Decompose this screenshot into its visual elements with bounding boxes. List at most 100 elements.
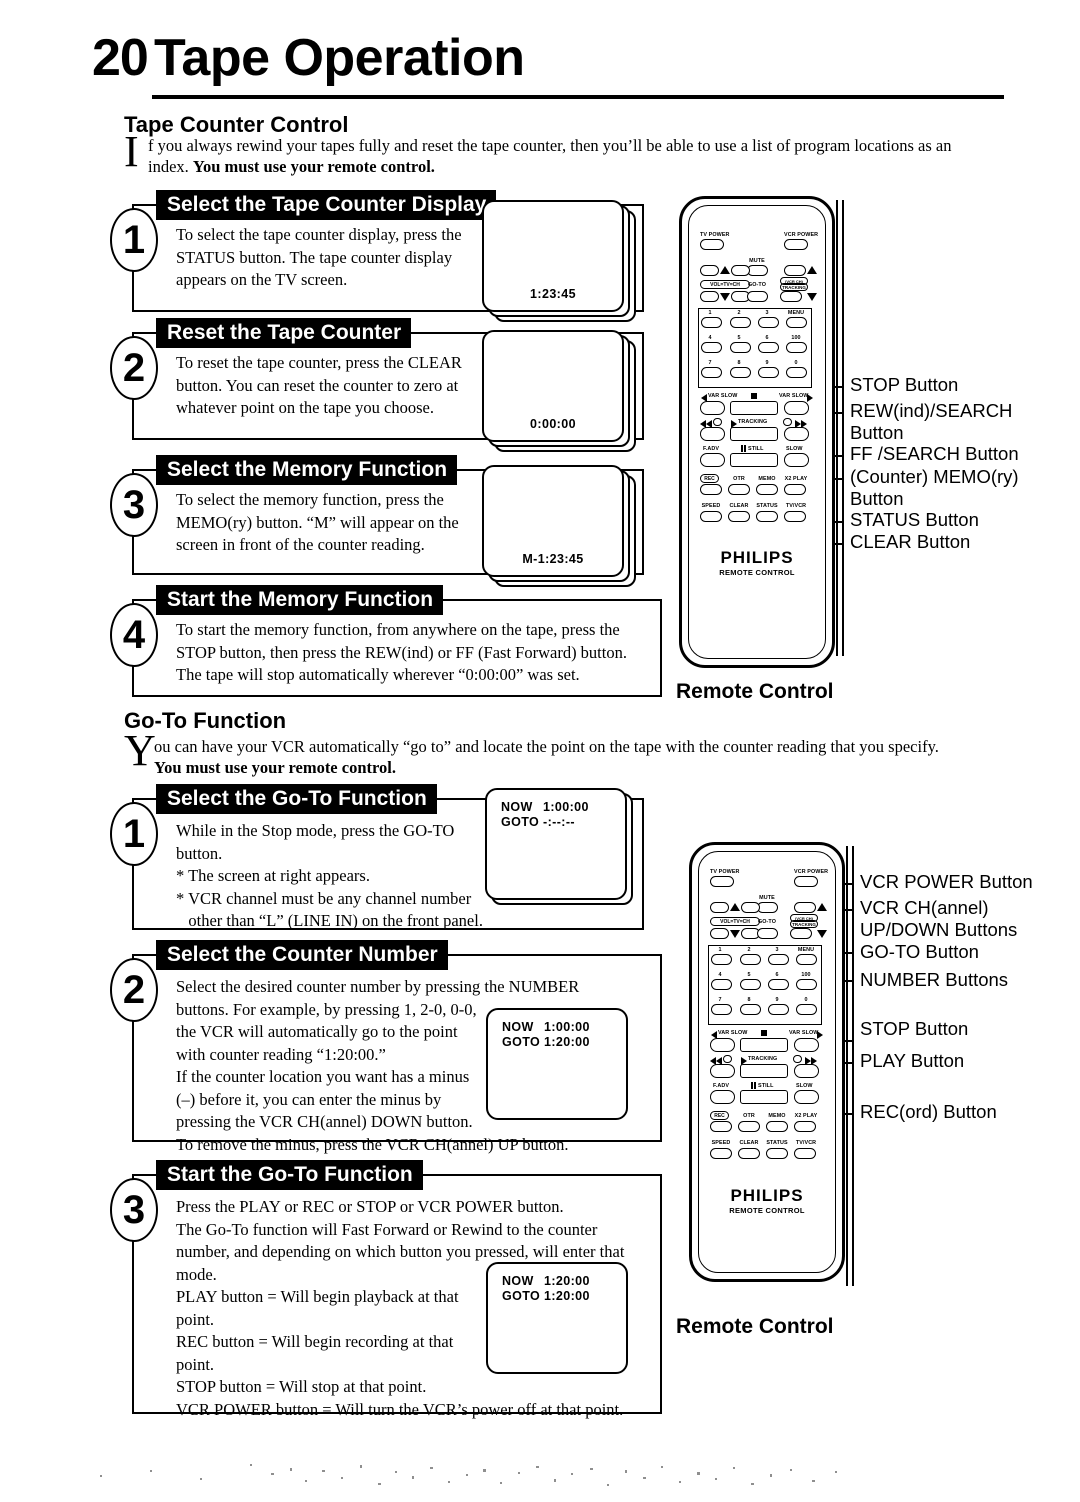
slow-button[interactable] <box>794 1090 819 1104</box>
step-number: 2 <box>122 968 146 1012</box>
number-1-button[interactable] <box>711 954 732 965</box>
number-3-button[interactable] <box>768 954 789 965</box>
callout-counter-memo-button: (Counter) MEMO(ry) Button <box>850 466 1019 509</box>
number-9-button[interactable] <box>768 1004 789 1015</box>
rewind-search-button[interactable] <box>710 1064 735 1078</box>
number-100-button[interactable] <box>786 342 807 353</box>
number-1-button[interactable] <box>701 317 722 328</box>
counter-readout: M-1:23:45 <box>522 552 584 566</box>
channel-up-button[interactable] <box>794 902 816 913</box>
otr-button[interactable] <box>728 484 750 495</box>
volume-down-left-button[interactable] <box>700 265 719 276</box>
number-5-button[interactable] <box>730 342 751 353</box>
goto-button[interactable] <box>747 291 768 302</box>
frame-advance-button[interactable] <box>700 453 725 467</box>
clear-button[interactable] <box>738 1148 760 1159</box>
now-value: 1:20:00 <box>544 1274 590 1288</box>
x2-play-button[interactable] <box>794 1121 816 1132</box>
mute-button[interactable] <box>747 265 768 276</box>
number-0-button[interactable] <box>796 1004 817 1015</box>
record-button[interactable] <box>700 484 722 495</box>
tv-power-button[interactable] <box>700 239 724 250</box>
volume-down-button[interactable] <box>700 291 719 302</box>
var-slow-left-button[interactable] <box>700 401 725 415</box>
ff-search-icon <box>793 1055 802 1063</box>
tv-vcr-button[interactable] <box>784 511 806 522</box>
var-slow-left-button[interactable] <box>710 1038 735 1052</box>
channel-up-arrow-icon <box>807 266 817 274</box>
tv-screen-goto-2: NOW 1:00:00 GOTO 1:20:00 <box>486 1008 628 1120</box>
rewind-search-button[interactable] <box>700 427 725 441</box>
number-4-button[interactable] <box>711 979 732 990</box>
number-6-button[interactable] <box>768 979 789 990</box>
mute-button[interactable] <box>757 902 778 913</box>
slow-button[interactable] <box>784 453 809 467</box>
ff-search-button[interactable] <box>784 427 809 441</box>
number-4-button[interactable] <box>701 342 722 353</box>
number-8-button[interactable] <box>740 1004 761 1015</box>
frame-advance-button[interactable] <box>710 1090 735 1104</box>
volume-down-left-button[interactable] <box>710 902 729 913</box>
volume-up-button[interactable] <box>741 902 760 913</box>
step-number-badge: 1 <box>110 802 158 866</box>
leader-spine-1 <box>836 200 838 656</box>
number-7-button[interactable] <box>701 367 722 378</box>
volume-up-button[interactable] <box>731 265 750 276</box>
channel-down-button[interactable] <box>790 928 812 939</box>
tv-power-button[interactable] <box>710 876 734 887</box>
menu-button[interactable] <box>786 317 807 328</box>
memo-button[interactable] <box>766 1121 788 1132</box>
number-0-button[interactable] <box>786 367 807 378</box>
otr-button[interactable] <box>738 1121 760 1132</box>
x2-play-button[interactable] <box>784 484 806 495</box>
ff-search-button[interactable] <box>794 1064 819 1078</box>
channel-down-button[interactable] <box>780 291 802 302</box>
goto-button[interactable] <box>757 928 778 939</box>
leader-spine-3 <box>846 846 848 1286</box>
fadv-label: F.ADV <box>703 446 720 452</box>
play-button[interactable] <box>740 1064 788 1078</box>
number-5-button[interactable] <box>740 979 761 990</box>
number-2-button[interactable] <box>740 954 761 965</box>
goto-label: GO-TO <box>757 919 777 925</box>
number-100-button[interactable] <box>796 979 817 990</box>
speed-button[interactable] <box>700 511 722 522</box>
status-button[interactable] <box>766 1148 788 1159</box>
still-button[interactable] <box>740 1090 788 1104</box>
record-button[interactable] <box>710 1121 732 1132</box>
ff-search-icon <box>783 418 792 426</box>
number-9-button[interactable] <box>758 367 779 378</box>
slow-label: SLOW <box>796 1083 813 1089</box>
channel-up-button[interactable] <box>784 265 806 276</box>
step-title-bar: Reset the Tape Counter <box>156 318 412 348</box>
tv-vcr-button[interactable] <box>794 1148 816 1159</box>
volume-down-button[interactable] <box>710 928 729 939</box>
status-button[interactable] <box>756 511 778 522</box>
memo-button[interactable] <box>756 484 778 495</box>
clear-label: CLEAR <box>729 503 749 509</box>
stop-button[interactable] <box>740 1038 788 1052</box>
var-slow-right-button[interactable] <box>794 1038 819 1052</box>
play-button[interactable] <box>730 427 778 441</box>
var-slow-right-button[interactable] <box>784 401 809 415</box>
section2-intro-line1: ou can have your VCR automatically “go t… <box>154 737 939 756</box>
vcr-power-button[interactable] <box>794 876 818 887</box>
screen-face: M-1:23:45 <box>482 465 624 577</box>
vcr-power-button[interactable] <box>784 239 808 250</box>
number-7-button[interactable] <box>711 1004 732 1015</box>
number-2-button[interactable] <box>730 317 751 328</box>
intro-bold: You must use your remote control. <box>192 157 435 176</box>
key-9-label: 9 <box>765 360 769 366</box>
stop-button[interactable] <box>730 401 778 415</box>
intro-plain: index. <box>148 157 193 176</box>
menu-button[interactable] <box>796 954 817 965</box>
number-3-button[interactable] <box>758 317 779 328</box>
number-6-button[interactable] <box>758 342 779 353</box>
channel-down-arrow-icon <box>807 293 817 301</box>
callout-ff-search-button: FF /SEARCH Button <box>850 443 1019 464</box>
speed-button[interactable] <box>710 1148 732 1159</box>
still-button[interactable] <box>730 453 778 467</box>
tv-vcr-label: TV/VCR <box>785 503 807 509</box>
clear-button[interactable] <box>728 511 750 522</box>
number-8-button[interactable] <box>730 367 751 378</box>
